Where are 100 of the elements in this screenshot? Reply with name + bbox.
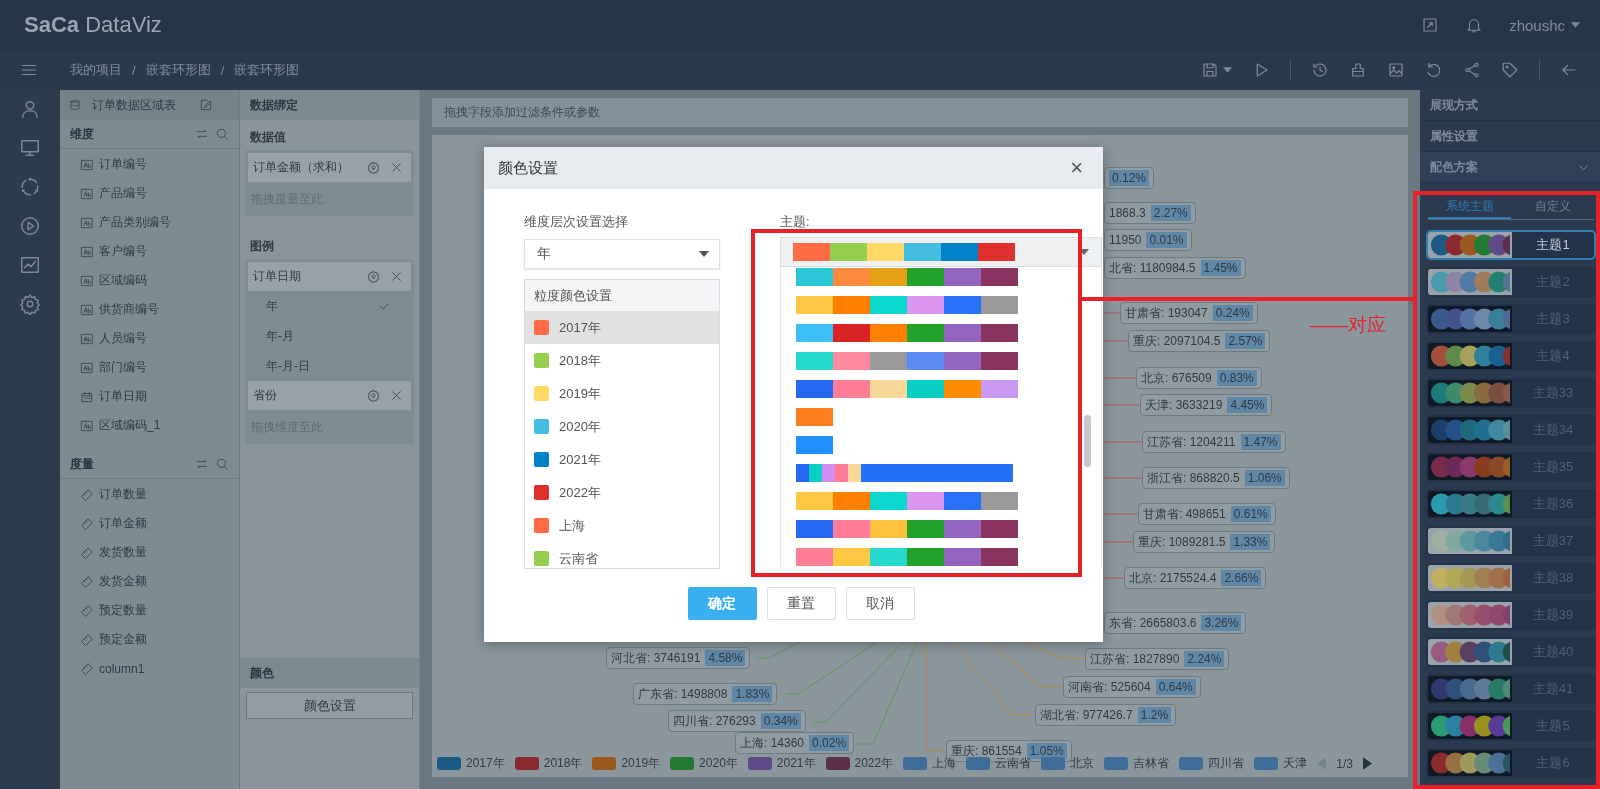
theme-select[interactable] [780,237,1102,267]
legend-item[interactable]: 上海 [903,755,957,772]
next-page-icon[interactable] [1362,757,1372,770]
leader-line [1103,577,1125,579]
legend-item[interactable]: 2017年 [437,755,505,772]
granularity-item[interactable]: 2018年 [525,344,719,377]
settings-icon[interactable] [367,389,380,402]
palette-option[interactable] [796,268,1018,286]
percent-tag: 1.2% [1137,707,1172,723]
palette-option[interactable] [796,352,1018,370]
palette-option[interactable] [796,324,1018,342]
close-icon[interactable] [390,161,403,174]
legend-item[interactable]: 2021年 [747,755,816,772]
granularity-item[interactable]: 2020年 [525,410,719,443]
dialog-button[interactable]: 取消 [845,587,915,620]
stamp-icon[interactable] [1349,61,1367,79]
dimension-field[interactable]: 订单日期 [60,382,239,411]
dialog-button[interactable]: 重置 [766,587,836,620]
palette-option[interactable] [796,464,1013,482]
search-icon[interactable] [215,457,229,471]
scrollbar-thumb[interactable] [1084,415,1091,467]
granularity-item[interactable]: 云南省 [525,542,719,568]
panel-section[interactable]: 展现方式 [1420,90,1600,121]
granularity-item[interactable]: 2022年 [525,476,719,509]
measure-field[interactable]: 订单金额 [60,509,239,538]
monitor-icon[interactable] [19,137,41,159]
panel-section[interactable]: 配色方案 [1420,152,1600,183]
swap-icon[interactable] [195,127,209,141]
palette-option[interactable] [796,380,1018,398]
close-icon[interactable] [390,270,403,283]
dimension-field[interactable]: 人员编号 [60,324,239,353]
color-settings-button[interactable]: 颜色设置 [246,692,413,719]
undo-icon[interactable] [1425,61,1443,79]
legend-item[interactable]: 四川省 [1179,755,1245,772]
caret-icon[interactable] [1223,67,1232,73]
measure-field[interactable]: 预定数量 [60,596,239,625]
search-icon[interactable] [215,127,229,141]
breadcrumb-link[interactable]: 嵌套环形图 [234,61,300,79]
measure-field[interactable]: 发货数量 [60,538,239,567]
dimension-field[interactable]: 区域编码_1 [60,411,239,440]
palette-option[interactable] [796,520,1018,538]
palette-option[interactable] [796,548,1018,566]
save-icon[interactable] [1201,61,1219,79]
user-menu[interactable]: zhoushc [1509,16,1580,34]
share-icon[interactable] [1463,61,1481,79]
granularity-option[interactable]: 年-月-日 [266,357,391,375]
dimension-select[interactable]: 年 [524,239,720,269]
ruler-icon [80,661,94,676]
measure-field[interactable]: 发货金额 [60,567,239,596]
caret-icon[interactable] [1571,22,1580,28]
circle-dots-icon[interactable] [19,176,41,198]
measure-field[interactable]: column1 [60,654,239,683]
percent-tag: 0.34% [760,713,801,729]
breadcrumb-link[interactable]: 我的项目 [70,61,122,79]
edit-icon[interactable] [199,98,213,112]
theme-option[interactable]: 主题1 [1426,230,1596,260]
granularity-option[interactable]: 年 [266,297,378,315]
legend-item[interactable]: 2019年 [592,755,661,772]
granularity-option[interactable]: 年-月 [266,327,391,345]
section-title: 度量 [70,455,95,473]
dimension-field[interactable]: 客户编号 [60,237,239,266]
granularity-item[interactable]: 上海 [525,509,719,542]
close-button[interactable]: × [1070,157,1083,179]
dimension-field[interactable]: 部门编号 [60,353,239,382]
legend-item[interactable]: 2022年 [825,755,894,772]
confirm-button[interactable]: 确定 [687,587,757,620]
breadcrumb-link[interactable]: 嵌套环形图 [145,61,211,79]
theme-tab[interactable]: 系统主题 [1428,195,1511,219]
granularity-item[interactable]: 2017年 [525,311,719,344]
theme-tab[interactable]: 自定义 [1511,195,1594,219]
granularity-item[interactable]: 2021年 [525,443,719,476]
legend-item[interactable]: 天津 [1254,755,1308,772]
measure-field[interactable]: 订单数量 [60,480,239,509]
swap-icon[interactable] [195,457,209,471]
dimension-field[interactable]: 区域编码 [60,266,239,295]
legend-item[interactable]: 2018年 [514,755,583,772]
user-icon[interactable] [19,98,41,120]
granularity-item[interactable]: 2019年 [525,377,719,410]
history-icon[interactable] [1311,61,1329,79]
filter-drop-bar[interactable]: 拖拽字段添加过滤条件或参数 [432,98,1408,127]
legend-item[interactable]: 吉林省 [1104,755,1170,772]
panel-header: 颜色 [240,658,419,688]
fullscreen-icon[interactable] [1421,16,1440,34]
legend-item[interactable]: 2020年 [670,755,738,772]
line-chart-icon[interactable] [19,254,41,276]
percent-tag: 1.45% [1200,260,1241,276]
dimension-field[interactable]: 产品编号 [60,179,239,208]
palette-option[interactable] [796,296,1018,314]
image-icon[interactable] [1387,61,1405,79]
dimension-field[interactable]: 产品类别编号 [60,208,239,237]
dimension-field[interactable]: 订单编号 [60,150,239,179]
close-icon[interactable] [390,389,403,402]
measure-field[interactable]: 预定金额 [60,625,239,654]
settings-icon[interactable] [367,270,380,283]
dimension-field[interactable]: 供货商编号 [60,295,239,324]
palette-option[interactable] [796,492,1018,510]
settings-icon[interactable] [367,161,380,174]
settings-icon[interactable] [19,293,41,315]
tag-icon[interactable] [1501,61,1519,79]
bell-icon[interactable] [1465,16,1484,34]
